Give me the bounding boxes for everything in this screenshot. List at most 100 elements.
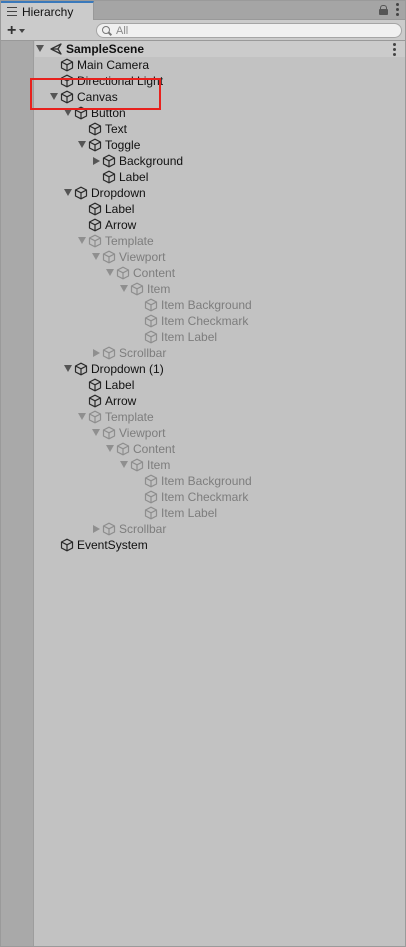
tree-row-label: Dropdown (1) (91, 362, 164, 376)
tree-row-label: Label (105, 378, 135, 392)
tree-row-label: Text (105, 122, 128, 136)
tree-row-label: Item Checkmark (161, 314, 249, 328)
gameobject-cube-icon (88, 394, 102, 408)
expand-arrow-down-icon[interactable] (92, 253, 100, 260)
tree-row[interactable]: Toggle (35, 137, 405, 153)
expand-arrow-down-icon[interactable] (50, 93, 58, 100)
tree-row-label: Toggle (105, 138, 141, 152)
gameobject-cube-icon (116, 442, 130, 456)
expand-arrow-down-icon[interactable] (64, 189, 72, 196)
tab-hierarchy-label: Hierarchy (22, 4, 74, 19)
gameobject-cube-icon (144, 506, 158, 520)
gameobject-cube-icon (60, 74, 74, 88)
gameobject-cube-icon (144, 314, 158, 328)
gameobject-cube-icon (88, 410, 102, 424)
tree-row[interactable]: Text (35, 121, 405, 137)
hierarchy-tree: SampleScene Main Camera Directional Light C… (1, 41, 405, 946)
gameobject-cube-icon (102, 250, 116, 264)
expand-arrow-down-icon[interactable] (64, 109, 72, 116)
expand-arrow-right-icon[interactable] (93, 525, 100, 533)
gameobject-cube-icon (60, 538, 74, 552)
tree-row[interactable]: Main Camera (35, 57, 405, 73)
tree-row[interactable]: Item Checkmark (35, 489, 405, 505)
tab-actions (379, 3, 399, 16)
tree-row[interactable]: Item Label (35, 329, 405, 345)
tree-row[interactable]: Arrow (35, 393, 405, 409)
expand-arrow-down-icon[interactable] (120, 461, 128, 468)
tree-row-label: Item (147, 282, 171, 296)
tree-row-label: Arrow (105, 394, 137, 408)
tree-row-label: Item Label (161, 330, 218, 344)
tree-row[interactable]: Item Checkmark (35, 313, 405, 329)
gameobject-cube-icon (144, 330, 158, 344)
tree-row-label: Item (147, 458, 171, 472)
lock-icon[interactable] (379, 4, 388, 15)
tree-row[interactable]: Item Label (35, 505, 405, 521)
tree-row-label: Item Checkmark (161, 490, 249, 504)
tree-row[interactable]: Content (35, 265, 405, 281)
gameobject-cube-icon (88, 234, 102, 248)
tree-row[interactable]: Content (35, 441, 405, 457)
tree-row[interactable]: Label (35, 377, 405, 393)
gameobject-cube-icon (130, 458, 144, 472)
tree-gutter (1, 41, 34, 946)
gameobject-cube-icon (116, 266, 130, 280)
tree-row[interactable]: Label (35, 201, 405, 217)
kebab-menu-icon[interactable] (396, 3, 399, 16)
hierarchy-list-icon (7, 7, 17, 16)
tree-row[interactable]: Item Background (35, 297, 405, 313)
tree-row[interactable]: Item (35, 457, 405, 473)
tree-row[interactable]: Item Background (35, 473, 405, 489)
expand-arrow-right-icon[interactable] (93, 157, 100, 165)
tree-row[interactable]: Scrollbar (35, 345, 405, 361)
tree-row[interactable]: Button (35, 105, 405, 121)
tree-row[interactable]: Arrow (35, 217, 405, 233)
tree-row[interactable]: Template (35, 409, 405, 425)
expand-arrow-down-icon[interactable] (78, 141, 86, 148)
tree-row[interactable]: Dropdown (35, 185, 405, 201)
tree-row-label: Button (91, 106, 126, 120)
expand-arrow-down-icon[interactable] (106, 445, 114, 452)
tree-row[interactable]: Template (35, 233, 405, 249)
tree-row[interactable]: Item (35, 281, 405, 297)
gameobject-cube-icon (88, 378, 102, 392)
tab-bar: Hierarchy (1, 1, 405, 20)
gameobject-cube-icon (144, 490, 158, 504)
expand-arrow-right-icon[interactable] (93, 349, 100, 357)
tree-row[interactable]: Background (35, 153, 405, 169)
tree-row-label: Directional Light (77, 74, 164, 88)
gameobject-cube-icon (102, 426, 116, 440)
expand-arrow-down-icon[interactable] (106, 269, 114, 276)
tree-row-label: Canvas (77, 90, 118, 104)
expand-arrow-down-icon[interactable] (120, 285, 128, 292)
tree-row-label: Label (119, 170, 149, 184)
expand-arrow-down-icon[interactable] (64, 365, 72, 372)
gameobject-cube-icon (144, 298, 158, 312)
search-input[interactable] (116, 24, 376, 37)
scene-menu-icon[interactable] (393, 43, 396, 56)
tree-row-label: Template (105, 234, 154, 248)
caret-down-icon (19, 28, 26, 33)
scene-header-background (35, 41, 405, 57)
tree-row[interactable]: Viewport (35, 249, 405, 265)
expand-arrow-down-icon[interactable] (78, 237, 86, 244)
gameobject-cube-icon (60, 90, 74, 104)
expand-arrow-down-icon[interactable] (92, 429, 100, 436)
tree-row[interactable]: Dropdown (1) (35, 361, 405, 377)
tree-row[interactable]: Label (35, 169, 405, 185)
search-field[interactable] (96, 23, 402, 38)
tree-row[interactable]: Directional Light (35, 73, 405, 89)
tree-row-label: Scrollbar (119, 346, 167, 360)
tree-row[interactable]: EventSystem (35, 537, 405, 553)
tree-row[interactable]: Scrollbar (35, 521, 405, 537)
expand-arrow-down-icon[interactable] (78, 413, 86, 420)
tree-row-label: Dropdown (91, 186, 146, 200)
create-dropdown-button[interactable]: + (7, 22, 26, 38)
tab-hierarchy[interactable]: Hierarchy (1, 1, 94, 20)
tree-row-label: Viewport (119, 250, 166, 264)
gameobject-cube-icon (88, 138, 102, 152)
tree-row[interactable]: Viewport (35, 425, 405, 441)
gameobject-cube-icon (74, 186, 88, 200)
tree-row-label: EventSystem (77, 538, 148, 552)
tree-row[interactable]: Canvas (35, 89, 405, 105)
